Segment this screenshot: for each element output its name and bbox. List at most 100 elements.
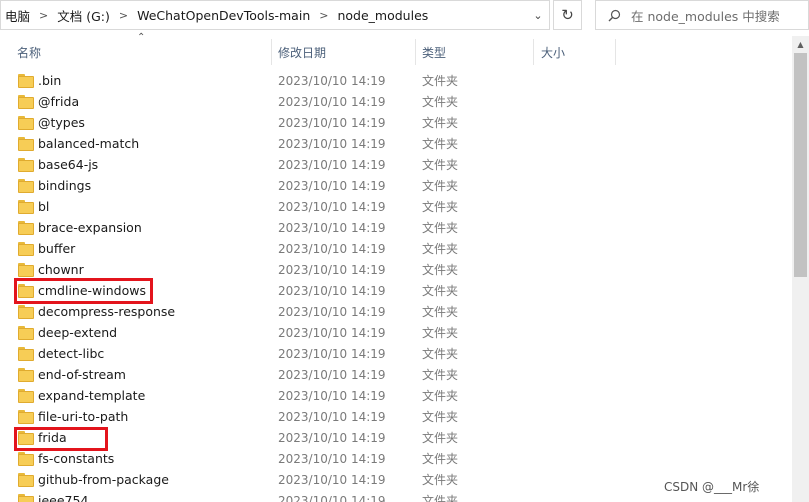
table-row[interactable]: deep-extend 2023/10/10 14:19 文件夹 <box>0 322 792 343</box>
address-bar[interactable]: 电脑 > 文档 (G:) > WeChatOpenDevTools-main >… <box>0 0 550 30</box>
breadcrumb-current-folder[interactable]: node_modules <box>333 1 432 29</box>
table-row[interactable]: frida 2023/10/10 14:19 文件夹 <box>0 427 792 448</box>
table-row[interactable]: base64-js 2023/10/10 14:19 文件夹 <box>0 154 792 175</box>
table-row[interactable]: bl 2023/10/10 14:19 文件夹 <box>0 196 792 217</box>
file-type: 文件夹 <box>422 473 459 487</box>
file-name-cell[interactable]: buffer <box>18 238 75 259</box>
file-type: 文件夹 <box>422 116 459 130</box>
table-row[interactable]: chownr 2023/10/10 14:19 文件夹 <box>0 259 792 280</box>
table-row[interactable]: expand-template 2023/10/10 14:19 文件夹 <box>0 385 792 406</box>
file-type: 文件夹 <box>422 326 459 340</box>
column-divider[interactable] <box>415 39 416 65</box>
table-row[interactable]: file-uri-to-path 2023/10/10 14:19 文件夹 <box>0 406 792 427</box>
breadcrumb-separator-icon[interactable]: > <box>114 9 133 22</box>
file-name-cell[interactable]: bindings <box>18 175 91 196</box>
file-name-cell[interactable]: decompress-response <box>18 301 175 322</box>
file-modified-date: 2023/10/10 14:19 <box>278 241 386 256</box>
file-name-cell[interactable]: fs-constants <box>18 448 114 469</box>
file-name: detect-libc <box>38 346 105 361</box>
file-name-cell[interactable]: ieee754 <box>18 490 88 502</box>
file-name-cell[interactable]: detect-libc <box>18 343 104 364</box>
folder-icon <box>18 199 34 214</box>
file-name-cell[interactable]: github-from-package <box>18 469 169 490</box>
table-row[interactable]: buffer 2023/10/10 14:19 文件夹 <box>0 238 792 259</box>
file-name: github-from-package <box>38 472 169 487</box>
column-header-modified[interactable]: 修改日期 <box>278 39 326 65</box>
file-name-cell[interactable]: base64-js <box>18 154 98 175</box>
refresh-button[interactable]: ↻ <box>553 0 582 30</box>
file-name-cell[interactable]: end-of-stream <box>18 364 126 385</box>
column-divider[interactable] <box>271 39 272 65</box>
table-row[interactable]: end-of-stream 2023/10/10 14:19 文件夹 <box>0 364 792 385</box>
table-row[interactable]: bindings 2023/10/10 14:19 文件夹 <box>0 175 792 196</box>
file-name-cell[interactable]: deep-extend <box>18 322 117 343</box>
file-name-cell[interactable]: expand-template <box>18 385 145 406</box>
column-divider[interactable] <box>533 39 534 65</box>
file-name-cell[interactable]: chownr <box>18 259 84 280</box>
table-row[interactable]: brace-expansion 2023/10/10 14:19 文件夹 <box>0 217 792 238</box>
search-input[interactable]: 在 node_modules 中搜索 <box>595 0 809 30</box>
breadcrumb-drive[interactable]: 文档 (G:) <box>53 1 114 29</box>
file-modified-date: 2023/10/10 14:19 <box>278 178 386 193</box>
file-modified-date: 2023/10/10 14:19 <box>278 94 386 109</box>
file-type: 文件夹 <box>422 389 459 403</box>
chevron-down-icon[interactable]: ⌄ <box>527 1 549 29</box>
breadcrumb-separator-icon[interactable]: > <box>314 9 333 22</box>
column-header-size[interactable]: 大小 <box>541 39 565 65</box>
highlight-box-cmdline-windows <box>14 278 153 304</box>
file-modified-date: 2023/10/10 14:19 <box>278 493 386 502</box>
table-row[interactable]: balanced-match 2023/10/10 14:19 文件夹 <box>0 133 792 154</box>
breadcrumb-separator-icon[interactable]: > <box>34 9 53 22</box>
file-type: 文件夹 <box>422 179 459 193</box>
file-name: buffer <box>38 241 76 256</box>
vertical-scrollbar[interactable]: ▲ <box>792 36 809 502</box>
file-name-cell[interactable]: .bin <box>18 70 61 91</box>
file-name-cell[interactable]: brace-expansion <box>18 217 142 238</box>
folder-icon <box>18 94 34 109</box>
folder-icon <box>18 409 34 424</box>
table-row[interactable]: @frida 2023/10/10 14:19 文件夹 <box>0 91 792 112</box>
file-name-cell[interactable]: file-uri-to-path <box>18 406 128 427</box>
file-name-cell[interactable]: balanced-match <box>18 133 139 154</box>
file-modified-date: 2023/10/10 14:19 <box>278 262 386 277</box>
file-modified-date: 2023/10/10 14:19 <box>278 430 386 445</box>
file-name: bl <box>38 199 50 214</box>
file-name: expand-template <box>38 388 146 403</box>
column-header-type[interactable]: 类型 <box>422 39 446 65</box>
scroll-up-arrow-icon[interactable]: ▲ <box>792 36 809 53</box>
column-header-name[interactable]: 名称 <box>17 39 41 65</box>
column-divider[interactable] <box>615 39 616 65</box>
file-type: 文件夹 <box>422 452 459 466</box>
table-row[interactable]: .bin 2023/10/10 14:19 文件夹 <box>0 70 792 91</box>
file-type: 文件夹 <box>422 263 459 277</box>
file-name: deep-extend <box>38 325 118 340</box>
file-modified-date: 2023/10/10 14:19 <box>278 283 386 298</box>
file-modified-date: 2023/10/10 14:19 <box>278 220 386 235</box>
file-name: @types <box>38 115 85 130</box>
file-name: brace-expansion <box>38 220 142 235</box>
folder-icon <box>18 325 34 340</box>
breadcrumb-pc[interactable]: 电脑 <box>1 1 34 29</box>
scrollbar-thumb[interactable] <box>794 53 807 277</box>
folder-icon <box>18 493 34 502</box>
file-type: 文件夹 <box>422 284 459 298</box>
file-modified-date: 2023/10/10 14:19 <box>278 388 386 403</box>
table-row[interactable]: fs-constants 2023/10/10 14:19 文件夹 <box>0 448 792 469</box>
file-type: 文件夹 <box>422 347 459 361</box>
file-name: balanced-match <box>38 136 140 151</box>
file-name-cell[interactable]: bl <box>18 196 49 217</box>
table-row[interactable]: @types 2023/10/10 14:19 文件夹 <box>0 112 792 133</box>
file-name-cell[interactable]: @frida <box>18 91 79 112</box>
file-name-cell[interactable]: @types <box>18 112 85 133</box>
file-type: 文件夹 <box>422 137 459 151</box>
folder-icon <box>18 115 34 130</box>
table-row[interactable]: decompress-response 2023/10/10 14:19 文件夹 <box>0 301 792 322</box>
table-row[interactable]: detect-libc 2023/10/10 14:19 文件夹 <box>0 343 792 364</box>
file-type: 文件夹 <box>422 410 459 424</box>
breadcrumb-project-folder[interactable]: WeChatOpenDevTools-main <box>133 1 314 29</box>
file-type: 文件夹 <box>422 368 459 382</box>
file-type: 文件夹 <box>422 305 459 319</box>
file-name: @frida <box>38 94 80 109</box>
file-type: 文件夹 <box>422 494 459 502</box>
folder-icon <box>18 262 34 277</box>
